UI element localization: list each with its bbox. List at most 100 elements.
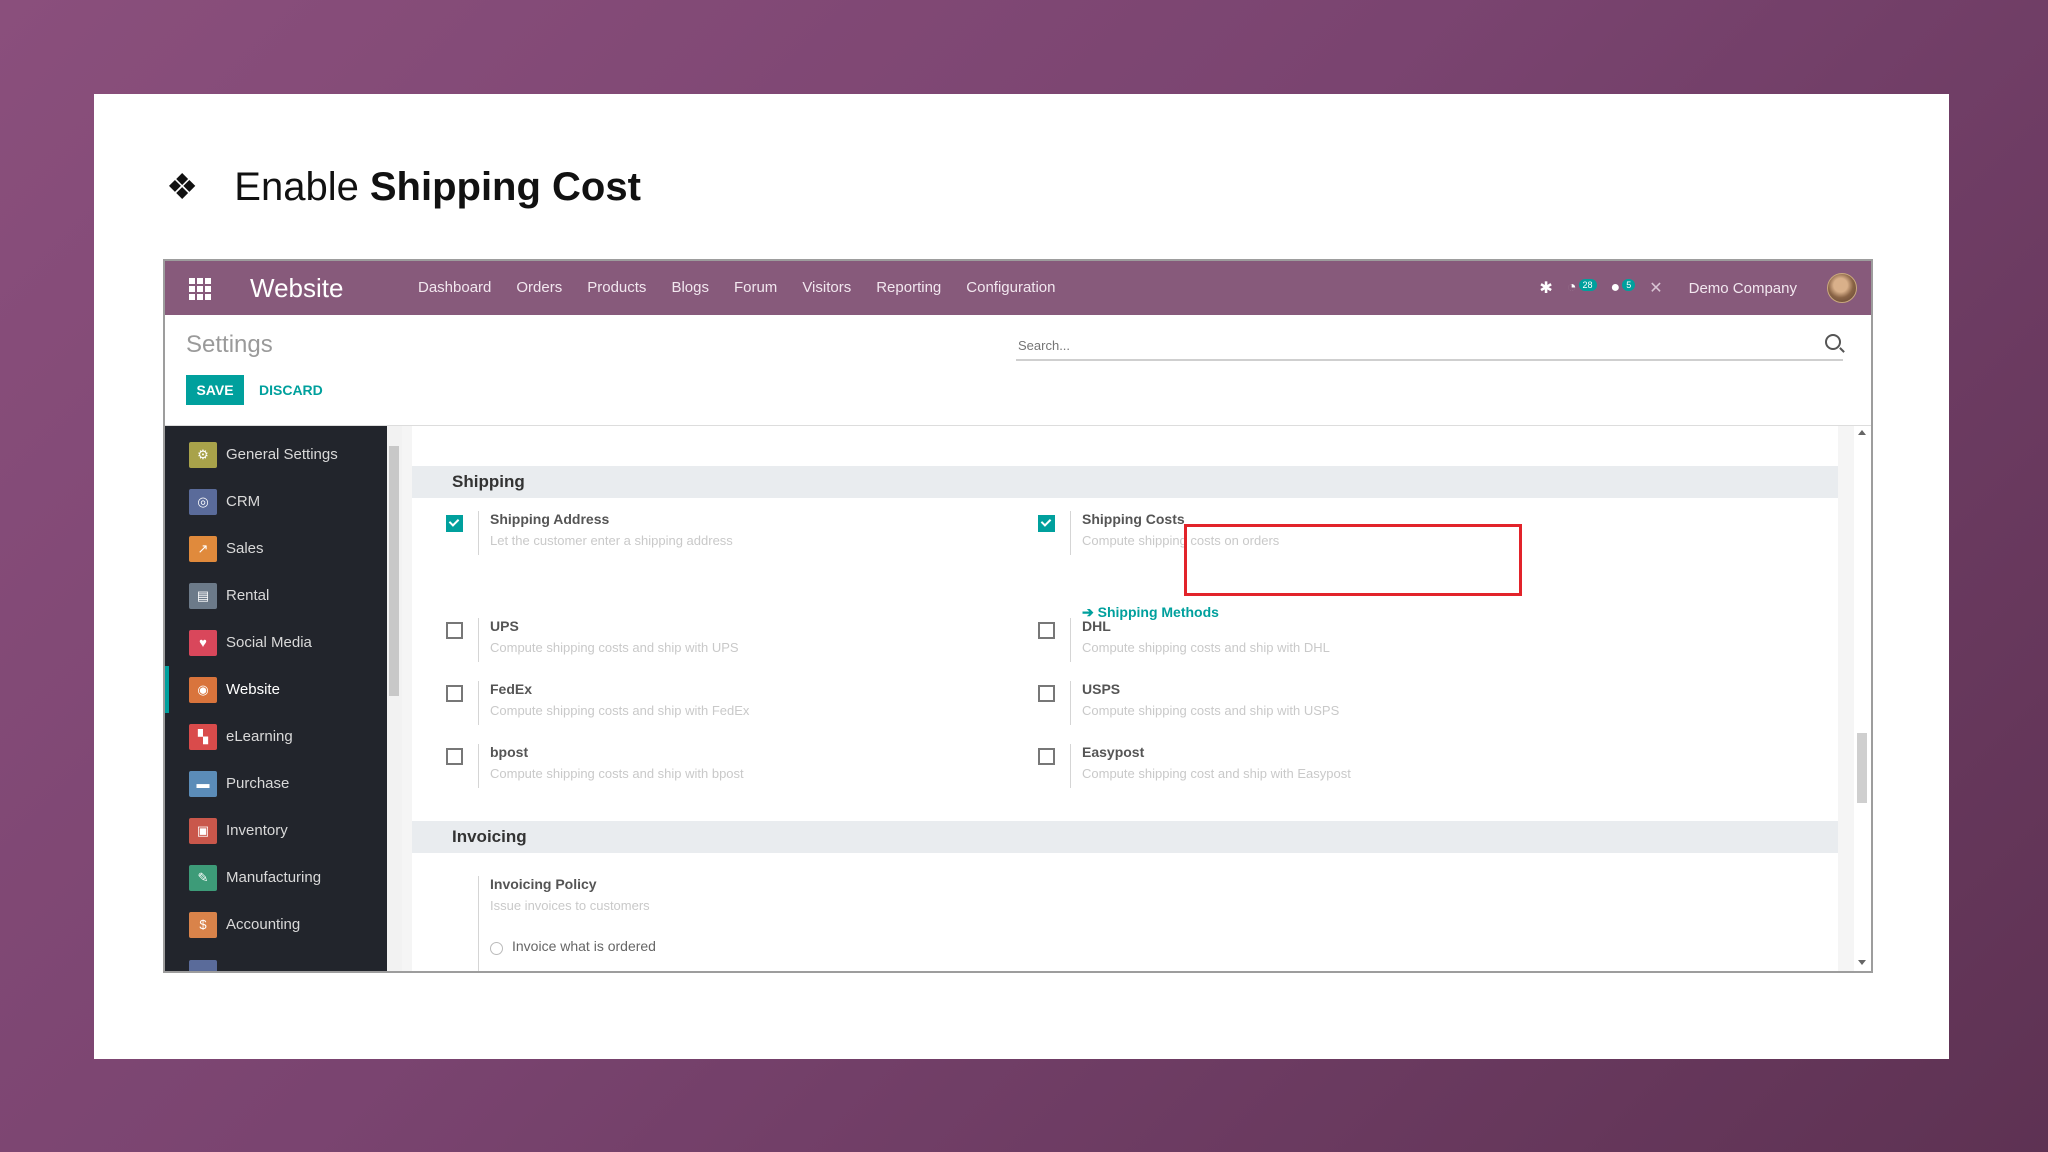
sidebar-item-label: Inventory: [226, 822, 288, 839]
menu-reporting[interactable]: Reporting: [876, 279, 941, 296]
setting-ups: UPS Compute shipping costs and ship with…: [446, 618, 866, 668]
ups-checkbox[interactable]: [446, 622, 463, 639]
menu-configuration[interactable]: Configuration: [966, 279, 1055, 296]
company-switcher[interactable]: Demo Company: [1689, 280, 1797, 297]
setting-divider: [1070, 681, 1071, 725]
sidebar-item-accounting[interactable]: $ Accounting: [165, 901, 387, 948]
apps-grid-icon[interactable]: [189, 278, 211, 300]
page-title: Settings: [186, 331, 273, 358]
messages-icon[interactable]: ● 5: [1611, 279, 1636, 297]
setting-divider: [478, 618, 479, 662]
setting-desc: Issue invoices to customers: [490, 898, 650, 913]
main-scroll-thumb[interactable]: [1857, 733, 1867, 803]
highlight-box: [1184, 524, 1522, 596]
menu-blogs[interactable]: Blogs: [671, 279, 709, 296]
discard-button[interactable]: DISCARD: [259, 375, 323, 405]
setting-desc: Compute shipping costs and ship with UPS: [490, 640, 739, 655]
project-icon: [189, 960, 217, 971]
sidebar-item-label: Sales: [226, 540, 264, 557]
section-header-shipping: Shipping: [412, 466, 1838, 498]
sidebar-item-social-media[interactable]: ♥ Social Media: [165, 619, 387, 666]
setting-usps: USPS Compute shipping costs and ship wit…: [1038, 681, 1458, 731]
sidebar-item-rental[interactable]: ▤ Rental: [165, 572, 387, 619]
title-bold: Shipping Cost: [369, 164, 641, 209]
setting-easypost: Easypost Compute shipping cost and ship …: [1038, 744, 1458, 794]
menu-products[interactable]: Products: [587, 279, 646, 296]
usps-checkbox[interactable]: [1038, 685, 1055, 702]
scroll-down-icon[interactable]: [1858, 960, 1866, 965]
setting-fedex: FedEx Compute shipping costs and ship wi…: [446, 681, 866, 731]
user-avatar[interactable]: [1827, 273, 1857, 303]
sidebar-item-crm[interactable]: ◎ CRM: [165, 478, 387, 525]
sidebar-item-inventory[interactable]: ▣ Inventory: [165, 807, 387, 854]
sidebar-item-manufacturing[interactable]: ✎ Manufacturing: [165, 854, 387, 901]
invoice-ordered-radio[interactable]: [490, 942, 503, 955]
crm-icon: ◎: [189, 488, 217, 515]
easypost-checkbox[interactable]: [1038, 748, 1055, 765]
save-button[interactable]: SAVE: [186, 375, 244, 405]
title-prefix: Enable: [234, 164, 359, 209]
app-brand[interactable]: Website: [250, 273, 343, 304]
setting-divider: [1070, 744, 1071, 788]
shipping-address-checkbox[interactable]: [446, 515, 463, 532]
tools-icon[interactable]: ✕: [1649, 278, 1662, 298]
section-header-invoicing: Invoicing: [412, 821, 1838, 853]
elearning-icon: ▚: [189, 723, 217, 750]
top-navbar: Website Dashboard Orders Products Blogs …: [165, 261, 1871, 315]
messages-badge: 5: [1622, 279, 1636, 291]
sidebar-item-website[interactable]: ◉ Website: [165, 666, 391, 713]
setting-dhl: DHL Compute shipping costs and ship with…: [1038, 618, 1458, 668]
setting-bpost: bpost Compute shipping costs and ship wi…: [446, 744, 866, 794]
slide-title: ❖ Enable Shipping Cost: [166, 162, 641, 212]
control-panel: Settings SAVE DISCARD: [165, 315, 1871, 426]
main-scrollbar[interactable]: [1854, 426, 1871, 971]
sidebar-item-label: CRM: [226, 493, 261, 510]
gear-icon: ⚙: [189, 441, 217, 468]
sidebar-item-sales[interactable]: ↗ Sales: [165, 525, 387, 572]
setting-divider: [478, 744, 479, 788]
search-icon[interactable]: [1825, 334, 1841, 350]
invoicing-option[interactable]: Invoice what is ordered: [446, 938, 846, 958]
shipping-costs-checkbox[interactable]: [1038, 515, 1055, 532]
menu-visitors[interactable]: Visitors: [802, 279, 851, 296]
sales-chart-icon: ↗: [189, 535, 217, 562]
sidebar-scroll-thumb[interactable]: [389, 446, 399, 696]
odoo-screenshot: Website Dashboard Orders Products Blogs …: [163, 259, 1873, 973]
thumbs-up-icon: ♥: [189, 629, 217, 656]
scroll-up-icon[interactable]: [1858, 430, 1866, 435]
settings-sheet: Shipping Shipping Address Let the custom…: [412, 426, 1838, 971]
navbar-right: ✱ ◔ 28 ● 5 ✕ Demo Company: [1539, 261, 1871, 315]
sidebar-item-label: Manufacturing: [226, 869, 322, 886]
setting-title: UPS: [490, 618, 519, 634]
dhl-checkbox[interactable]: [1038, 622, 1055, 639]
sidebar-item-label: Website: [226, 681, 280, 698]
accounting-icon: $: [189, 911, 217, 938]
setting-desc: Compute shipping cost and ship with Easy…: [1082, 766, 1351, 781]
bpost-checkbox[interactable]: [446, 748, 463, 765]
menu-orders[interactable]: Orders: [516, 279, 562, 296]
rental-icon: ▤: [189, 582, 217, 609]
search-box: [1016, 331, 1843, 361]
sidebar-item-purchase[interactable]: ▬ Purchase: [165, 760, 387, 807]
sidebar-item-elearning[interactable]: ▚ eLearning: [165, 713, 387, 760]
setting-divider: [478, 681, 479, 725]
sidebar-scrollbar[interactable]: [387, 426, 402, 971]
setting-title: USPS: [1082, 681, 1121, 697]
settings-sidebar: ⚙ General Settings ◎ CRM ↗ Sales ▤ Renta…: [165, 426, 387, 971]
setting-desc: Compute shipping costs and ship with USP…: [1082, 703, 1340, 718]
menu-dashboard[interactable]: Dashboard: [418, 279, 491, 296]
activity-clock-icon[interactable]: ◔ 28: [1567, 279, 1597, 297]
fedex-checkbox[interactable]: [446, 685, 463, 702]
sidebar-item-label: Social Media: [226, 634, 312, 651]
setting-title: Invoicing Policy: [490, 876, 597, 892]
sidebar-item-partial[interactable]: [165, 948, 387, 971]
setting-desc: Compute shipping costs and ship with Fed…: [490, 703, 750, 718]
search-input[interactable]: [1016, 331, 1800, 359]
globe-icon: ◉: [189, 676, 217, 703]
sidebar-item-general-settings[interactable]: ⚙ General Settings: [165, 431, 387, 478]
menu-forum[interactable]: Forum: [734, 279, 777, 296]
sidebar-item-label: Accounting: [226, 916, 301, 933]
setting-desc: Compute shipping costs and ship with DHL: [1082, 640, 1330, 655]
sidebar-item-label: eLearning: [226, 728, 293, 745]
bug-icon[interactable]: ✱: [1539, 278, 1552, 298]
